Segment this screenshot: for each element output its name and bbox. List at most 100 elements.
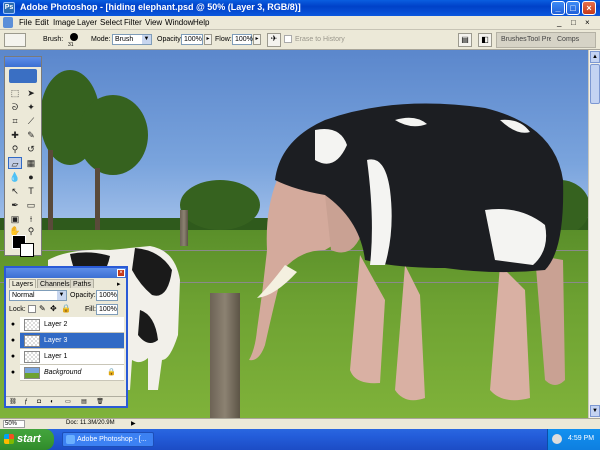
maximize-button[interactable]: □ xyxy=(566,1,580,15)
shape-tool-icon[interactable]: ▭ xyxy=(24,199,38,211)
doc-minimize-button[interactable]: _ xyxy=(557,18,561,27)
path-selection-tool-icon[interactable]: ↖ xyxy=(8,185,22,197)
notes-tool-icon[interactable]: ▣ xyxy=(8,213,22,225)
new-group-icon[interactable]: ▭ xyxy=(64,398,72,406)
delete-layer-icon[interactable]: 🗑 xyxy=(96,398,104,406)
tree-mid xyxy=(78,95,148,175)
move-tool-icon[interactable]: ➤ xyxy=(24,87,38,99)
opacity-field[interactable]: 100% xyxy=(181,34,203,45)
tab-channels[interactable]: Channels xyxy=(37,279,73,288)
pen-tool-icon[interactable]: ✒ xyxy=(8,199,22,211)
zoom-tool-icon[interactable]: ⚲ xyxy=(24,225,38,237)
scroll-down-icon[interactable]: ▼ xyxy=(590,405,600,417)
marquee-tool-icon[interactable]: ⬚ xyxy=(8,87,22,99)
gradient-tool-icon[interactable]: ▦ xyxy=(24,157,38,169)
brush-label: Brush: xyxy=(43,36,64,43)
flow-field[interactable]: 100% xyxy=(232,34,253,45)
fill-label: Fill: xyxy=(85,306,96,313)
document-menu-icon[interactable] xyxy=(3,17,13,28)
lock-transparency-icon[interactable] xyxy=(28,305,36,313)
layers-close-icon[interactable]: × xyxy=(117,269,125,277)
tray-network-icon[interactable] xyxy=(552,434,562,444)
eraser-tool-icon[interactable]: ▱ xyxy=(8,157,22,169)
slice-tool-icon[interactable]: ⟋ xyxy=(24,115,38,127)
link-layers-icon[interactable]: ⛓ xyxy=(9,398,17,406)
airbrush-icon[interactable]: ✈ xyxy=(267,33,281,47)
visibility-eye-icon[interactable]: ● xyxy=(8,317,18,333)
lasso-tool-icon[interactable]: ᘐ xyxy=(8,101,22,113)
dodge-tool-icon[interactable]: ● xyxy=(24,171,38,183)
tab-paths[interactable]: Paths xyxy=(70,279,94,288)
brush-tool-icon[interactable]: ✎ xyxy=(24,129,38,141)
close-button[interactable]: × xyxy=(582,1,596,15)
menu-filter[interactable]: Filter xyxy=(124,18,142,27)
background-color-swatch[interactable] xyxy=(20,243,34,257)
photoshop-logo-icon[interactable] xyxy=(9,69,37,83)
doc-close-button[interactable]: × xyxy=(585,18,590,27)
visibility-eye-icon[interactable]: ● xyxy=(8,365,18,381)
layer-style-icon[interactable]: ƒ xyxy=(22,398,30,406)
blend-mode-select[interactable]: Normal ▼ xyxy=(9,290,67,301)
zoom-field[interactable]: 50% xyxy=(3,420,25,428)
menu-file[interactable]: File xyxy=(19,18,32,27)
well-tab-brushes[interactable]: Brushes xyxy=(501,36,527,43)
visibility-eye-icon[interactable]: ● xyxy=(8,333,18,349)
menu-edit[interactable]: Edit xyxy=(35,18,49,27)
well-tab-comps[interactable]: Comps xyxy=(557,36,579,43)
brush-preview-icon[interactable] xyxy=(70,33,78,41)
layer-row[interactable]: Layer 1 xyxy=(20,349,124,365)
layer-name: Layer 1 xyxy=(44,353,68,360)
well-tab-tool-presets[interactable]: Tool Presets xyxy=(527,36,551,43)
menu-select[interactable]: Select xyxy=(100,18,122,27)
status-menu-arrow-icon[interactable]: ▶ xyxy=(131,420,139,428)
menu-help[interactable]: Help xyxy=(193,18,209,27)
layer-opacity-field[interactable]: 100% xyxy=(96,290,118,301)
toolbox-title-bar[interactable] xyxy=(5,57,41,67)
menu-window[interactable]: Window xyxy=(165,18,193,27)
lock-all-icon[interactable]: 🔒 xyxy=(61,304,71,313)
layer-row[interactable]: Layer 2 xyxy=(20,317,124,333)
tab-layers[interactable]: Layers xyxy=(9,279,37,288)
doc-maximize-button[interactable]: □ xyxy=(571,18,576,27)
erase-to-history-checkbox[interactable] xyxy=(284,35,292,43)
menu-view[interactable]: View xyxy=(145,18,162,27)
doc-size: Doc: 11.3M/20.9M xyxy=(66,420,115,426)
new-layer-icon[interactable]: ▤ xyxy=(80,398,88,406)
palette-toggle-icon[interactable]: ◧ xyxy=(478,33,492,47)
file-browser-icon[interactable]: ▤ xyxy=(458,33,472,47)
vertical-scrollbar[interactable]: ▲ ▼ xyxy=(588,50,600,418)
history-brush-tool-icon[interactable]: ↺ xyxy=(24,143,38,155)
blur-tool-icon[interactable]: 💧 xyxy=(8,171,22,183)
eraser-tool-preset-icon[interactable] xyxy=(4,33,26,47)
layers-palette-title-bar[interactable] xyxy=(6,268,126,278)
scroll-up-icon[interactable]: ▲ xyxy=(590,51,600,63)
layer-mask-icon[interactable]: ◘ xyxy=(35,398,43,406)
elephant-cow-image xyxy=(249,103,565,401)
minimize-button[interactable]: _ xyxy=(551,1,565,15)
opacity-slider-arrow-icon[interactable]: ▸ xyxy=(204,34,212,45)
system-tray: 4:59 PM xyxy=(547,429,600,450)
menu-bar: File Edit Image Layer Select Filter View… xyxy=(0,16,600,30)
flow-slider-arrow-icon[interactable]: ▸ xyxy=(253,34,261,45)
menu-layer[interactable]: Layer xyxy=(77,18,97,27)
type-tool-icon[interactable]: T xyxy=(24,185,38,197)
scroll-thumb[interactable] xyxy=(590,64,600,104)
taskbar-photoshop-button[interactable]: Adobe Photoshop - [... xyxy=(62,432,154,447)
clone-stamp-tool-icon[interactable]: ⚲ xyxy=(8,143,22,155)
layer-row-background[interactable]: Background 🔒 xyxy=(20,365,124,381)
lock-icon: 🔒 xyxy=(107,369,116,376)
magic-wand-tool-icon[interactable]: ✦ xyxy=(24,101,38,113)
adjustment-layer-icon[interactable]: ◐ xyxy=(48,398,56,406)
layer-row-selected[interactable]: Layer 3 xyxy=(20,333,124,349)
crop-tool-icon[interactable]: ⌗ xyxy=(8,115,22,127)
lock-position-icon[interactable]: ✥ xyxy=(50,304,57,313)
lock-paint-icon[interactable]: ✎ xyxy=(39,304,46,313)
start-button[interactable]: start xyxy=(0,429,54,450)
eyedropper-tool-icon[interactable]: ⟊ xyxy=(24,213,38,225)
fill-field[interactable]: 100% xyxy=(96,304,118,315)
palette-menu-icon[interactable]: ▸ xyxy=(117,280,121,288)
menu-image[interactable]: Image xyxy=(53,18,75,27)
visibility-eye-icon[interactable]: ● xyxy=(8,349,18,365)
mode-select[interactable]: Brush ▼ xyxy=(112,34,152,45)
healing-brush-tool-icon[interactable]: ✚ xyxy=(8,129,22,141)
